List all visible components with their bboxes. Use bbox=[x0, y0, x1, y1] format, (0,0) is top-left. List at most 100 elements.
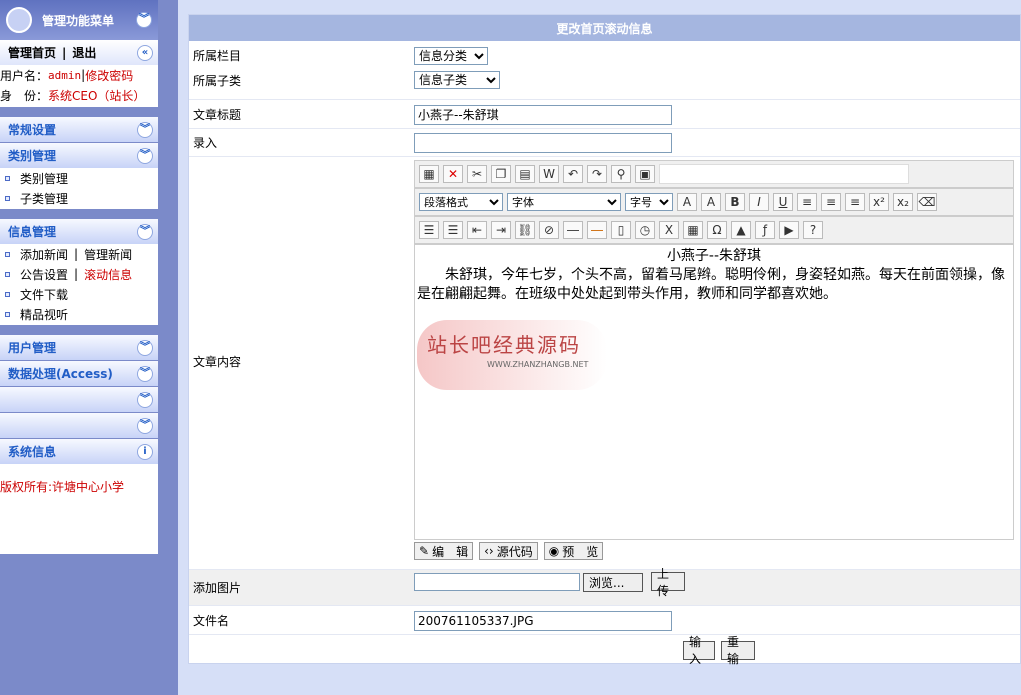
editor-field[interactable] bbox=[659, 164, 909, 184]
group-empty-2[interactable]: ︾ bbox=[0, 413, 158, 438]
hr-color-icon[interactable]: ― bbox=[587, 221, 607, 239]
paste-icon[interactable]: ▤ bbox=[515, 165, 535, 183]
mode-preview-button[interactable]: ◉ 预 览 bbox=[543, 542, 604, 560]
browse-button[interactable]: 浏览... bbox=[583, 573, 643, 592]
hr-icon[interactable]: ― bbox=[563, 221, 583, 239]
home-link[interactable]: 管理首页 bbox=[8, 46, 56, 60]
expand-icon[interactable]: ︾ bbox=[137, 365, 153, 382]
underline-icon[interactable]: U bbox=[773, 193, 793, 211]
media-icon[interactable]: ▶ bbox=[779, 221, 799, 239]
align-left-icon[interactable]: ≡ bbox=[797, 193, 817, 211]
featured-video-link[interactable]: 精品视听 bbox=[20, 306, 68, 323]
save-icon[interactable]: ▣ bbox=[635, 165, 655, 183]
bullet-icon bbox=[5, 175, 10, 181]
group-users[interactable]: 用户管理 ︾ bbox=[0, 335, 158, 360]
delete-icon[interactable]: ✕ bbox=[443, 165, 463, 183]
group-general[interactable]: 常规设置 ︾ bbox=[0, 117, 158, 142]
expand-icon[interactable]: ︾ bbox=[137, 417, 153, 434]
select-all-icon[interactable]: ▦ bbox=[419, 165, 439, 183]
sidebar-item-subcategory[interactable]: 子类管理 bbox=[0, 188, 158, 208]
find-icon[interactable]: ⚲ bbox=[611, 165, 631, 183]
main-panel: 更改首页滚动信息 所属栏目 所属子类 信息分类 信息子类 文章标题 录入 文章内… bbox=[188, 14, 1021, 666]
editor-toolbar-2: 段落格式 字体 字号 A A B I U ≡ ≡ ≡ x² x₂ ⌫ bbox=[414, 188, 1014, 216]
editor-content[interactable]: 小燕子--朱舒琪 朱舒琪，今年七岁，个头不高，留着马尾辫。聪明伶俐，身姿轻如燕。… bbox=[414, 244, 1014, 540]
flash-icon[interactable]: ƒ bbox=[755, 221, 775, 239]
font-size-select[interactable]: 字号 bbox=[625, 193, 673, 211]
table-icon[interactable]: ▦ bbox=[683, 221, 703, 239]
file-download-link[interactable]: 文件下载 bbox=[20, 286, 68, 303]
scrolling-info-link[interactable]: 滚动信息 bbox=[84, 266, 132, 283]
group-data[interactable]: 数据处理(Access) ︾ bbox=[0, 361, 158, 386]
sidebar-item-category[interactable]: 类别管理 bbox=[0, 168, 158, 188]
entry-input[interactable] bbox=[414, 132, 672, 153]
special-char-icon[interactable]: Ω bbox=[707, 221, 727, 239]
content-label: 文章内容 bbox=[193, 355, 242, 369]
unlink-icon[interactable]: ⊘ bbox=[539, 221, 559, 239]
font-color-icon[interactable]: A bbox=[677, 193, 697, 211]
page-title: 更改首页滚动信息 bbox=[189, 15, 1020, 41]
collapse-icon[interactable]: ︾ bbox=[136, 12, 152, 28]
group-info: 信息管理 ︾ 添加新闻 | 管理新闻 公告设置 | 滚动信息 文件下载 精品视听 bbox=[0, 219, 158, 325]
cut-icon[interactable]: ✂ bbox=[467, 165, 487, 183]
subscript-icon[interactable]: x₂ bbox=[893, 193, 913, 211]
change-password-link[interactable]: 修改密码 bbox=[85, 67, 133, 84]
superscript-icon[interactable]: x² bbox=[869, 193, 889, 211]
copy-icon[interactable]: ❐ bbox=[491, 165, 511, 183]
italic-icon[interactable]: I bbox=[749, 193, 769, 211]
expand-icon[interactable]: ︾ bbox=[137, 339, 153, 356]
mode-edit-button[interactable]: ✎ 编 辑 bbox=[414, 542, 474, 560]
ordered-list-icon[interactable]: ☰ bbox=[419, 221, 439, 239]
collapse-left-icon[interactable]: « bbox=[137, 44, 153, 61]
unordered-list-icon[interactable]: ☰ bbox=[443, 221, 463, 239]
rich-text-editor: ▦ ✕ ✂ ❐ ▤ W ↶ ↷ ⚲ ▣ 段落格式 字体 字号 A A B I U… bbox=[414, 160, 1014, 560]
user-role: 系统CEO（站长） bbox=[48, 88, 146, 103]
menu-title: 管理功能菜单 bbox=[42, 13, 115, 28]
paragraph-format-select[interactable]: 段落格式 bbox=[419, 193, 503, 211]
indent-icon[interactable]: ⇥ bbox=[491, 221, 511, 239]
group-category: 类别管理 ︾ 类别管理 子类管理 bbox=[0, 143, 158, 209]
expand-icon[interactable]: ︾ bbox=[137, 121, 153, 138]
group-empty-1[interactable]: ︾ bbox=[0, 387, 158, 412]
expand-icon[interactable]: ︾ bbox=[137, 223, 153, 240]
eraser-icon[interactable]: ⌫ bbox=[917, 193, 937, 211]
expand-icon[interactable]: ︾ bbox=[137, 391, 153, 408]
undo-icon[interactable]: ↶ bbox=[563, 165, 583, 183]
reset-button[interactable]: 重输 bbox=[721, 635, 755, 666]
group-system-info: 系统信息 i 版权所有:许塘中心小学 bbox=[0, 439, 158, 554]
help-icon[interactable]: ? bbox=[803, 221, 823, 239]
article-title-input[interactable] bbox=[414, 104, 672, 125]
info-icon[interactable]: i bbox=[137, 443, 153, 460]
preview-icon: ◉ bbox=[548, 544, 560, 558]
image-icon[interactable]: ▲ bbox=[731, 221, 751, 239]
link-icon[interactable]: ⛓ bbox=[515, 221, 535, 239]
outdent-icon[interactable]: ⇤ bbox=[467, 221, 487, 239]
subclass-label: 所属子类 bbox=[193, 74, 242, 88]
bullet-icon bbox=[5, 291, 10, 297]
expand-icon[interactable]: ︾ bbox=[137, 147, 153, 164]
align-right-icon[interactable]: ≡ bbox=[845, 193, 865, 211]
excel-icon[interactable]: X bbox=[659, 221, 679, 239]
upload-button[interactable]: 上传 bbox=[651, 567, 685, 598]
image-path-input[interactable] bbox=[414, 573, 580, 591]
content-paragraph: 朱舒琪，今年七岁，个头不高，留着马尾辫。聪明伶俐，身姿轻如燕。每天在前面领操，像… bbox=[417, 267, 1005, 302]
pencil-icon: ✎ bbox=[419, 544, 430, 558]
article-title-label: 文章标题 bbox=[193, 108, 242, 122]
submit-button[interactable]: 输入 bbox=[683, 635, 715, 666]
manage-news-link[interactable]: 管理新闻 bbox=[84, 246, 132, 263]
subclass-select[interactable]: 信息子类 bbox=[414, 71, 500, 89]
mode-source-button[interactable]: ‹› 源代码 bbox=[479, 542, 538, 560]
column-select[interactable]: 信息分类 bbox=[414, 47, 488, 65]
bg-color-icon[interactable]: A bbox=[701, 193, 721, 211]
code-icon: ‹› bbox=[484, 544, 494, 558]
bold-icon[interactable]: B bbox=[725, 193, 745, 211]
logout-link[interactable]: 退出 bbox=[72, 46, 96, 60]
time-icon[interactable]: ◷ bbox=[635, 221, 655, 239]
notice-settings-link[interactable]: 公告设置 bbox=[20, 266, 68, 283]
filename-input[interactable] bbox=[414, 610, 672, 631]
font-select[interactable]: 字体 bbox=[507, 193, 621, 211]
redo-icon[interactable]: ↷ bbox=[587, 165, 607, 183]
add-news-link[interactable]: 添加新闻 bbox=[20, 246, 68, 263]
paste-word-icon[interactable]: W bbox=[539, 165, 559, 183]
align-center-icon[interactable]: ≡ bbox=[821, 193, 841, 211]
date-icon[interactable]: ▯ bbox=[611, 221, 631, 239]
